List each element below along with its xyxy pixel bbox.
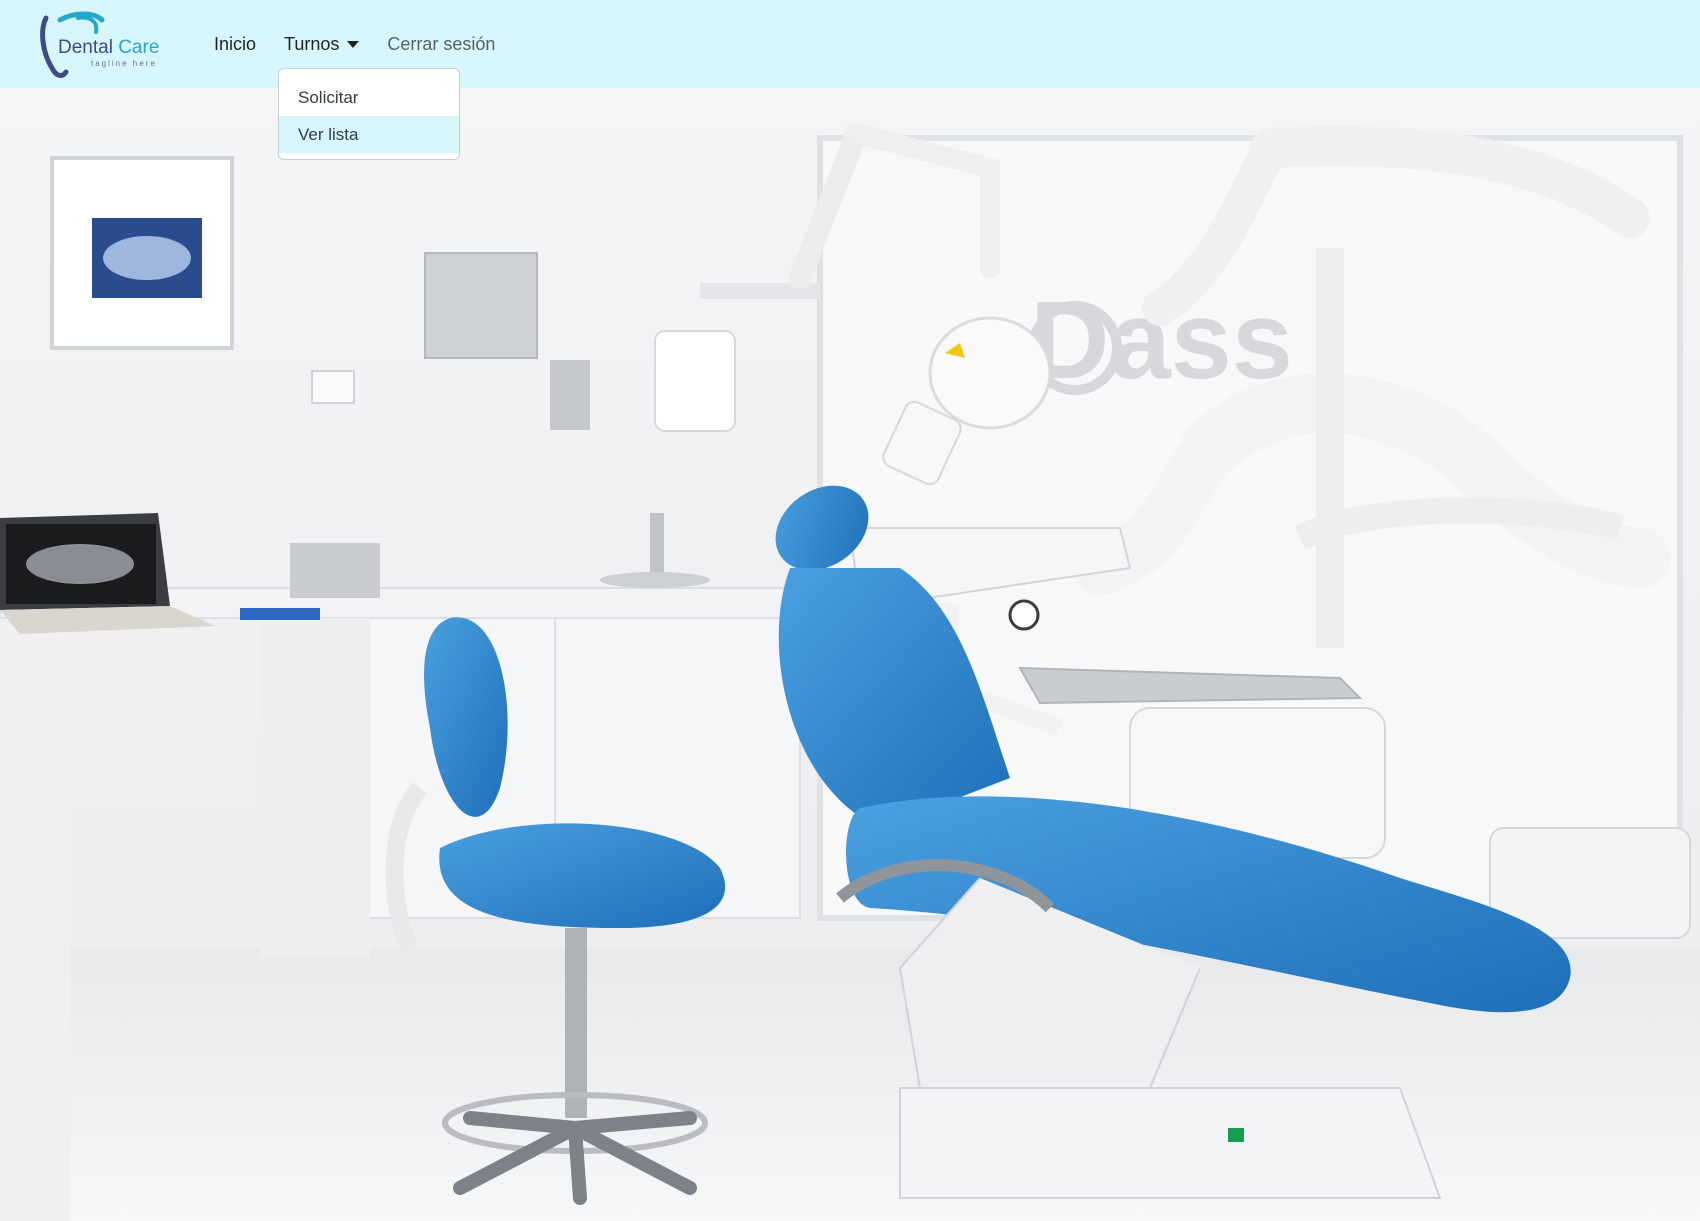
hero-image: Dass xyxy=(0,88,1700,1221)
nav-item-label: Cerrar sesión xyxy=(387,33,496,54)
nav-item-turnos[interactable]: Turnos xyxy=(270,34,373,55)
nav-item-inicio[interactable]: Inicio xyxy=(214,34,270,55)
caret-down-icon xyxy=(347,40,360,48)
brand-logo[interactable]: Dental Care tagline here xyxy=(38,10,168,80)
dental-office-illustration: Dass xyxy=(0,88,1700,1221)
dropdown-item-ver-lista[interactable]: Ver lista xyxy=(279,116,459,153)
turnos-dropdown-menu: Solicitar Ver lista xyxy=(278,68,460,160)
nav-item-label: Turnos xyxy=(284,33,340,54)
nav-item-label: Inicio xyxy=(214,33,257,54)
brand-tagline: tagline here xyxy=(91,59,157,68)
navbar: Dental Care tagline here Inicio Turnos C… xyxy=(0,0,1700,88)
nav-item-cerrar-sesion[interactable]: Cerrar sesión xyxy=(373,34,509,55)
brand-name: Dental Care xyxy=(58,37,160,58)
dropdown-item-solicitar[interactable]: Solicitar xyxy=(279,79,459,116)
